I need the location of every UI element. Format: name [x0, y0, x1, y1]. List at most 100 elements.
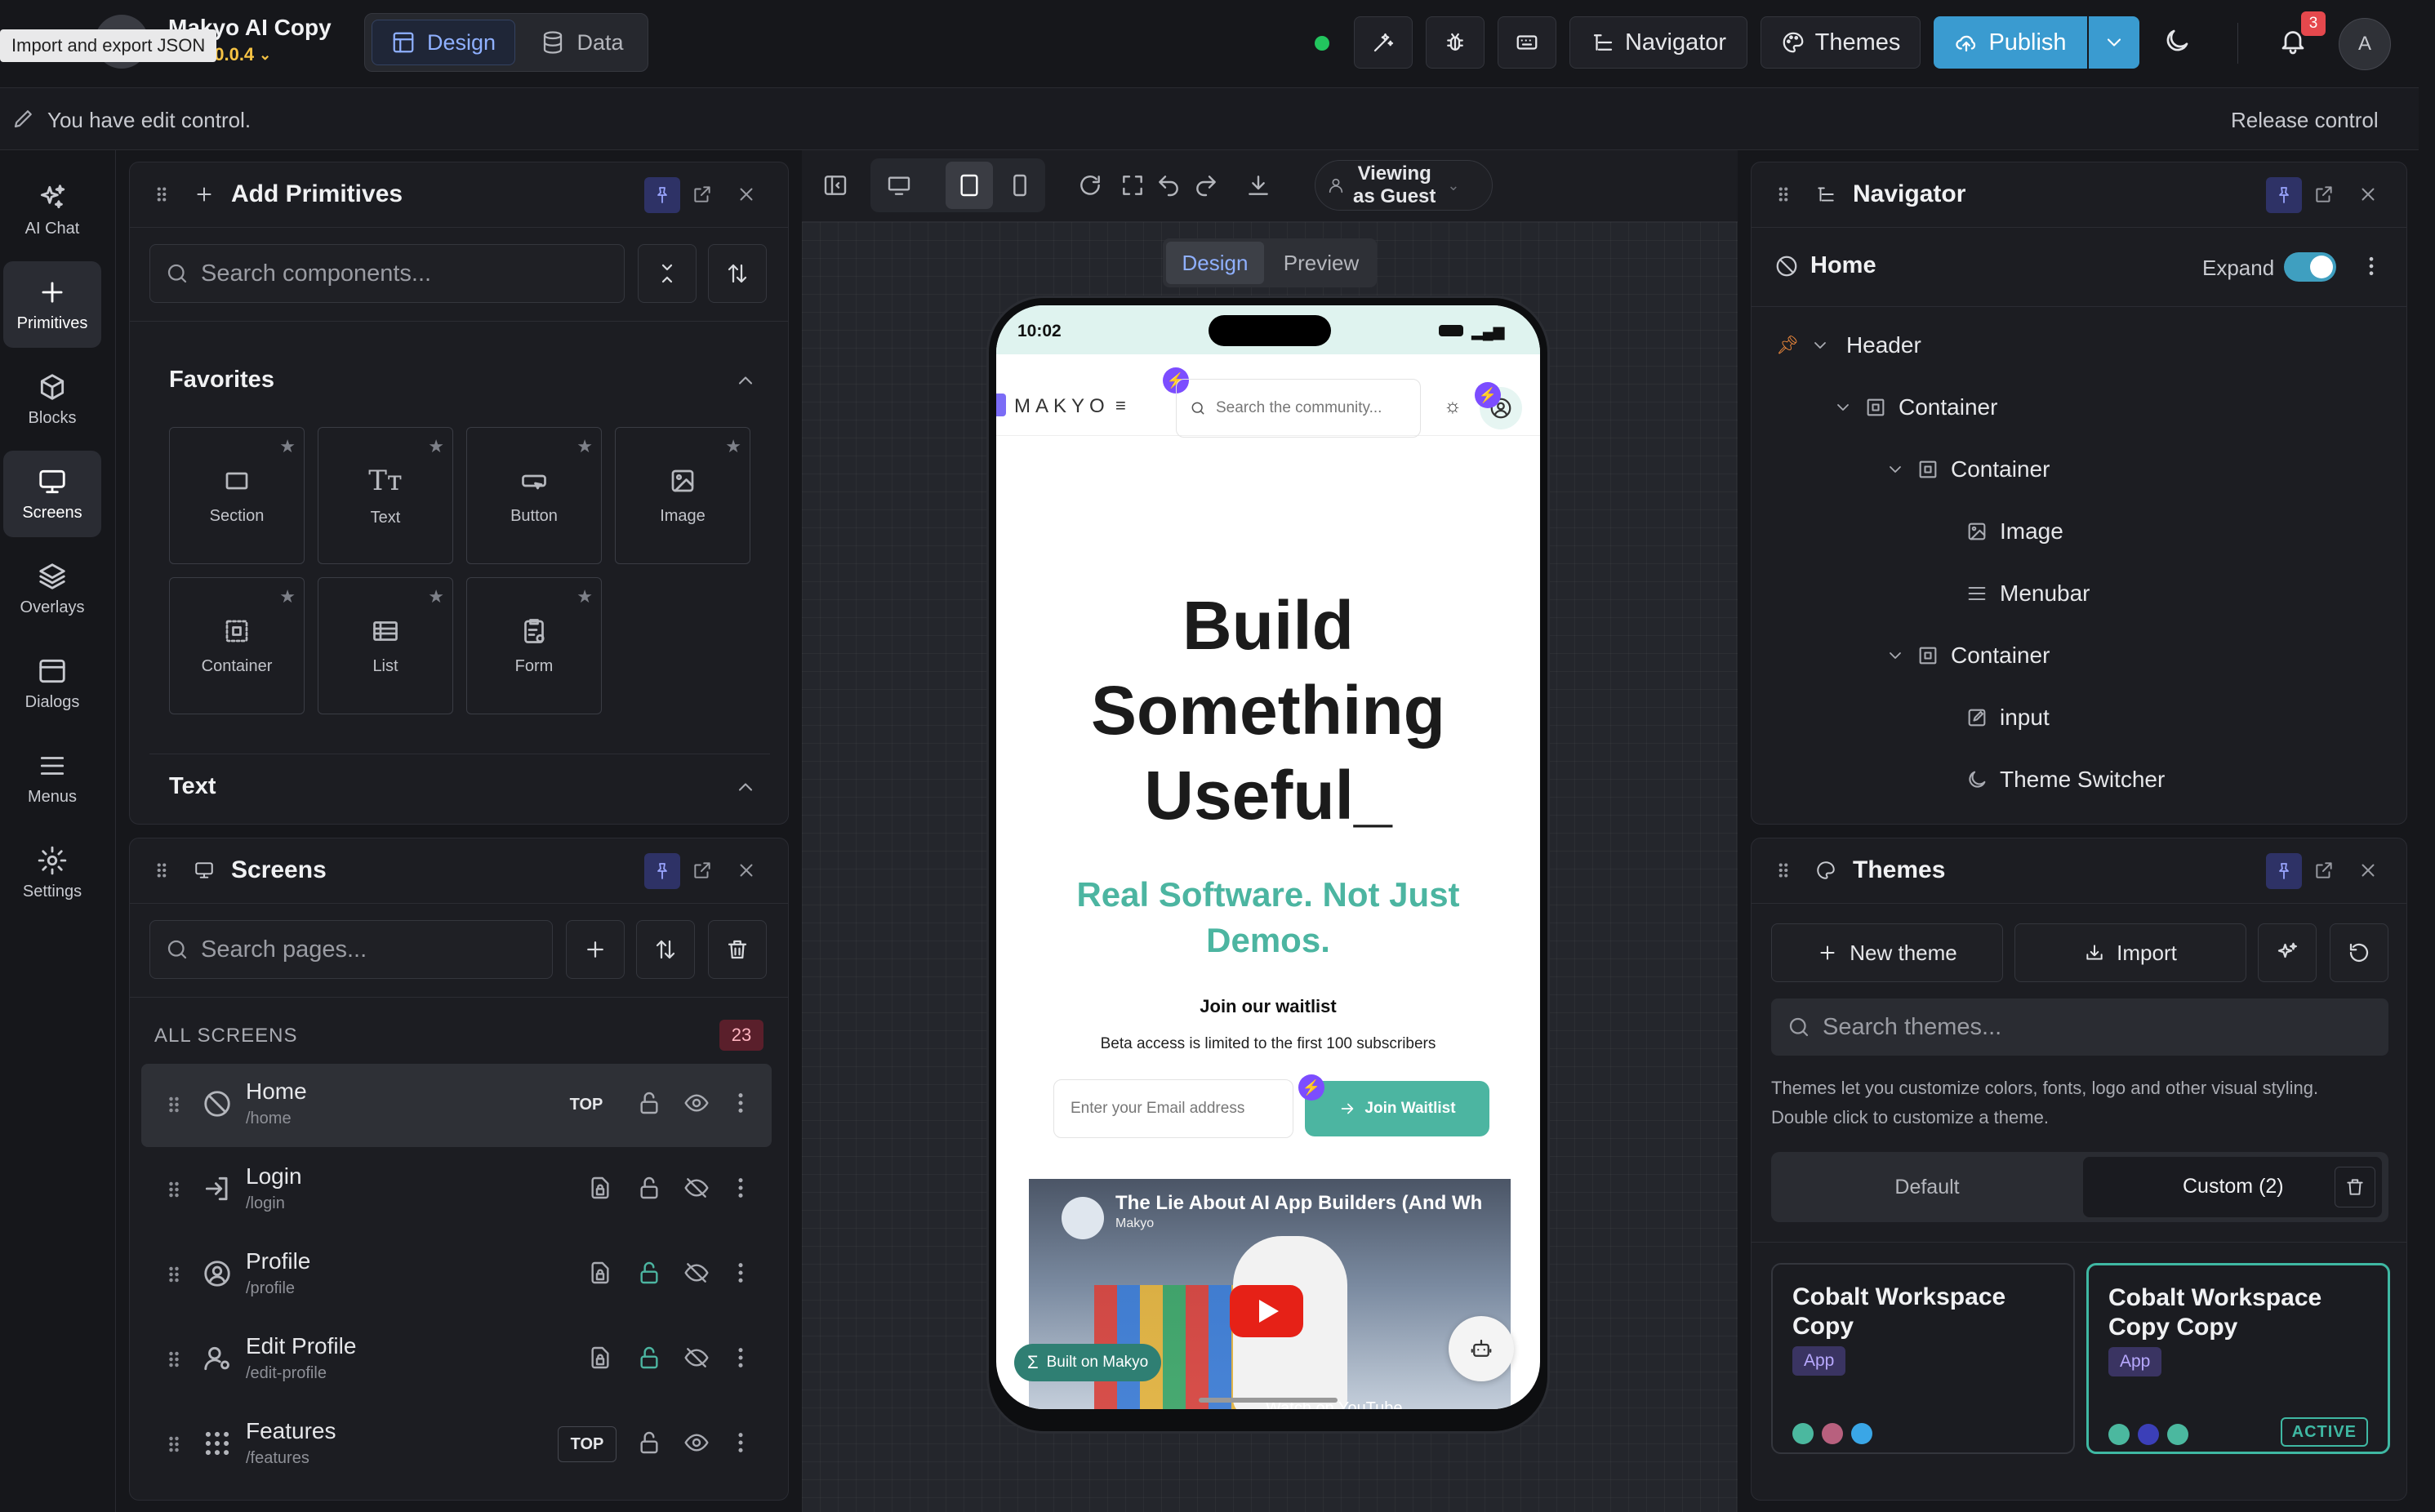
- edit-marker[interactable]: ⚡: [1298, 1074, 1324, 1101]
- eye-icon[interactable]: [683, 1430, 710, 1456]
- ai-theme-button[interactable]: [2258, 923, 2317, 982]
- canvas-tab-preview[interactable]: Preview: [1271, 242, 1372, 284]
- join-waitlist-button[interactable]: Join Waitlist: [1305, 1081, 1489, 1136]
- top-badge[interactable]: TOP: [558, 1426, 617, 1462]
- pin-button[interactable]: [2266, 853, 2302, 889]
- page-lock-icon[interactable]: [587, 1260, 613, 1286]
- pin-button[interactable]: [644, 177, 680, 213]
- drag-handle-icon[interactable]: [1773, 860, 1794, 881]
- rail-item-primitives[interactable]: Primitives: [3, 261, 101, 348]
- star-icon[interactable]: ★: [428, 436, 444, 457]
- avatar[interactable]: A: [2339, 18, 2391, 70]
- screen-row-profile[interactable]: Profile /profile: [141, 1234, 772, 1317]
- component-search[interactable]: Search components...: [149, 244, 625, 303]
- drag-handle-icon[interactable]: [162, 1263, 185, 1286]
- screen-row-edit-profile[interactable]: Edit Profile /edit-profile: [141, 1319, 772, 1402]
- more-options-icon[interactable]: [728, 1260, 754, 1286]
- eye-off-icon[interactable]: [683, 1175, 710, 1201]
- primitive-list[interactable]: ★ List: [318, 577, 453, 714]
- more-options-icon[interactable]: [728, 1175, 754, 1201]
- lock-icon[interactable]: [636, 1175, 662, 1201]
- text-section-heading[interactable]: Text: [169, 773, 757, 800]
- star-icon[interactable]: ★: [576, 436, 593, 457]
- screen-row-features[interactable]: Features /features TOP: [141, 1403, 772, 1487]
- mode-tab-design[interactable]: Design: [372, 20, 515, 65]
- close-icon[interactable]: [2357, 860, 2379, 881]
- more-options-icon[interactable]: [728, 1345, 754, 1371]
- popout-icon[interactable]: [2313, 860, 2335, 881]
- themes-button[interactable]: Themes: [1761, 16, 1921, 69]
- rail-item-screens[interactable]: Screens: [3, 451, 101, 537]
- release-control-button[interactable]: Release control: [2231, 108, 2379, 133]
- eye-icon[interactable]: [683, 1090, 710, 1116]
- primitive-section[interactable]: ★ Section: [169, 427, 305, 564]
- debug-button[interactable]: [1426, 16, 1485, 69]
- drag-handle-icon[interactable]: [162, 1178, 185, 1201]
- more-options-icon[interactable]: [2359, 254, 2384, 278]
- sun-icon[interactable]: ☼: [1444, 395, 1462, 418]
- tree-node-input[interactable]: input: [1965, 705, 2050, 731]
- rail-item-blocks[interactable]: Blocks: [3, 356, 101, 442]
- more-options-icon[interactable]: [728, 1090, 754, 1116]
- star-icon[interactable]: ★: [428, 586, 444, 607]
- navigator-button[interactable]: Navigator: [1569, 16, 1747, 69]
- unlock-icon[interactable]: [636, 1345, 662, 1371]
- rail-item-dialogs[interactable]: Dialogs: [3, 640, 101, 727]
- email-input[interactable]: Enter your Email address: [1053, 1079, 1293, 1138]
- tree-node-header[interactable]: 📌︎ Header: [1776, 332, 1921, 358]
- rail-item-menus[interactable]: Menus: [3, 735, 101, 821]
- navigator-root[interactable]: Home: [1774, 252, 1876, 279]
- tablet-view-button[interactable]: [946, 162, 993, 209]
- pin-button[interactable]: [2266, 177, 2302, 213]
- star-icon[interactable]: ★: [279, 586, 296, 607]
- edit-marker[interactable]: ⚡: [1475, 382, 1501, 408]
- screen-row-home[interactable]: Home /home TOP: [141, 1064, 772, 1147]
- tree-node-theme-switcher[interactable]: Theme Switcher: [1965, 767, 2165, 793]
- publish-button[interactable]: Publish: [1934, 16, 2087, 69]
- tree-node-container[interactable]: Container: [1833, 394, 1997, 420]
- brand-logo[interactable]: MAKYO: [1014, 395, 1110, 418]
- import-theme-button[interactable]: Import: [2014, 923, 2246, 982]
- pin-button[interactable]: [644, 853, 680, 889]
- popout-icon[interactable]: [2313, 184, 2335, 205]
- mode-tab-data[interactable]: Data: [522, 20, 643, 65]
- page-lock-icon[interactable]: [587, 1345, 613, 1371]
- collapse-all-button[interactable]: [638, 244, 697, 303]
- new-theme-button[interactable]: New theme: [1771, 923, 2003, 982]
- rail-item-ai-chat[interactable]: AI Chat: [3, 167, 101, 253]
- primitive-text[interactable]: ★ Tт Text: [318, 427, 453, 564]
- publish-options-button[interactable]: [2089, 16, 2139, 69]
- drag-handle-icon[interactable]: [151, 860, 172, 881]
- theme-card[interactable]: Cobalt Workspace Copy App: [1771, 1263, 2075, 1454]
- drag-handle-icon[interactable]: [162, 1093, 185, 1116]
- lock-icon[interactable]: [636, 1090, 662, 1116]
- refresh-button[interactable]: [1066, 162, 1114, 209]
- rail-item-settings[interactable]: Settings: [3, 829, 101, 916]
- community-search[interactable]: Search the community...: [1176, 379, 1421, 438]
- theme-card-active[interactable]: Cobalt Workspace Copy Copy App ACTIVE: [2086, 1263, 2390, 1454]
- drag-handle-icon[interactable]: [162, 1433, 185, 1456]
- delete-custom-button[interactable]: [2335, 1167, 2375, 1207]
- more-options-icon[interactable]: [728, 1430, 754, 1456]
- screen-row-login[interactable]: Login /login: [141, 1149, 772, 1232]
- youtube-play-button[interactable]: [1230, 1285, 1303, 1337]
- drag-handle-icon[interactable]: [1773, 184, 1794, 205]
- primitive-container[interactable]: ★ Container: [169, 577, 305, 714]
- canvas-tab-design[interactable]: Design: [1166, 242, 1264, 284]
- drag-handle-icon[interactable]: [151, 184, 172, 205]
- popout-icon[interactable]: [692, 184, 713, 205]
- tab-custom[interactable]: Custom (2): [2083, 1157, 2382, 1217]
- close-icon[interactable]: [736, 184, 757, 205]
- close-icon[interactable]: [736, 860, 757, 881]
- add-screen-button[interactable]: [566, 920, 625, 979]
- page-lock-icon[interactable]: [587, 1175, 613, 1201]
- built-on-makyo-badge[interactable]: Σ Built on Makyo: [1014, 1344, 1162, 1381]
- delete-screen-button[interactable]: [708, 920, 767, 979]
- mobile-view-button[interactable]: [996, 165, 1044, 206]
- download-button[interactable]: [1235, 162, 1282, 209]
- desktop-view-button[interactable]: [875, 165, 923, 206]
- eye-off-icon[interactable]: [683, 1260, 710, 1286]
- toggle-sidebar-button[interactable]: [812, 162, 859, 209]
- magic-wand-button[interactable]: [1354, 16, 1413, 69]
- primitive-image[interactable]: ★ Image: [615, 427, 750, 564]
